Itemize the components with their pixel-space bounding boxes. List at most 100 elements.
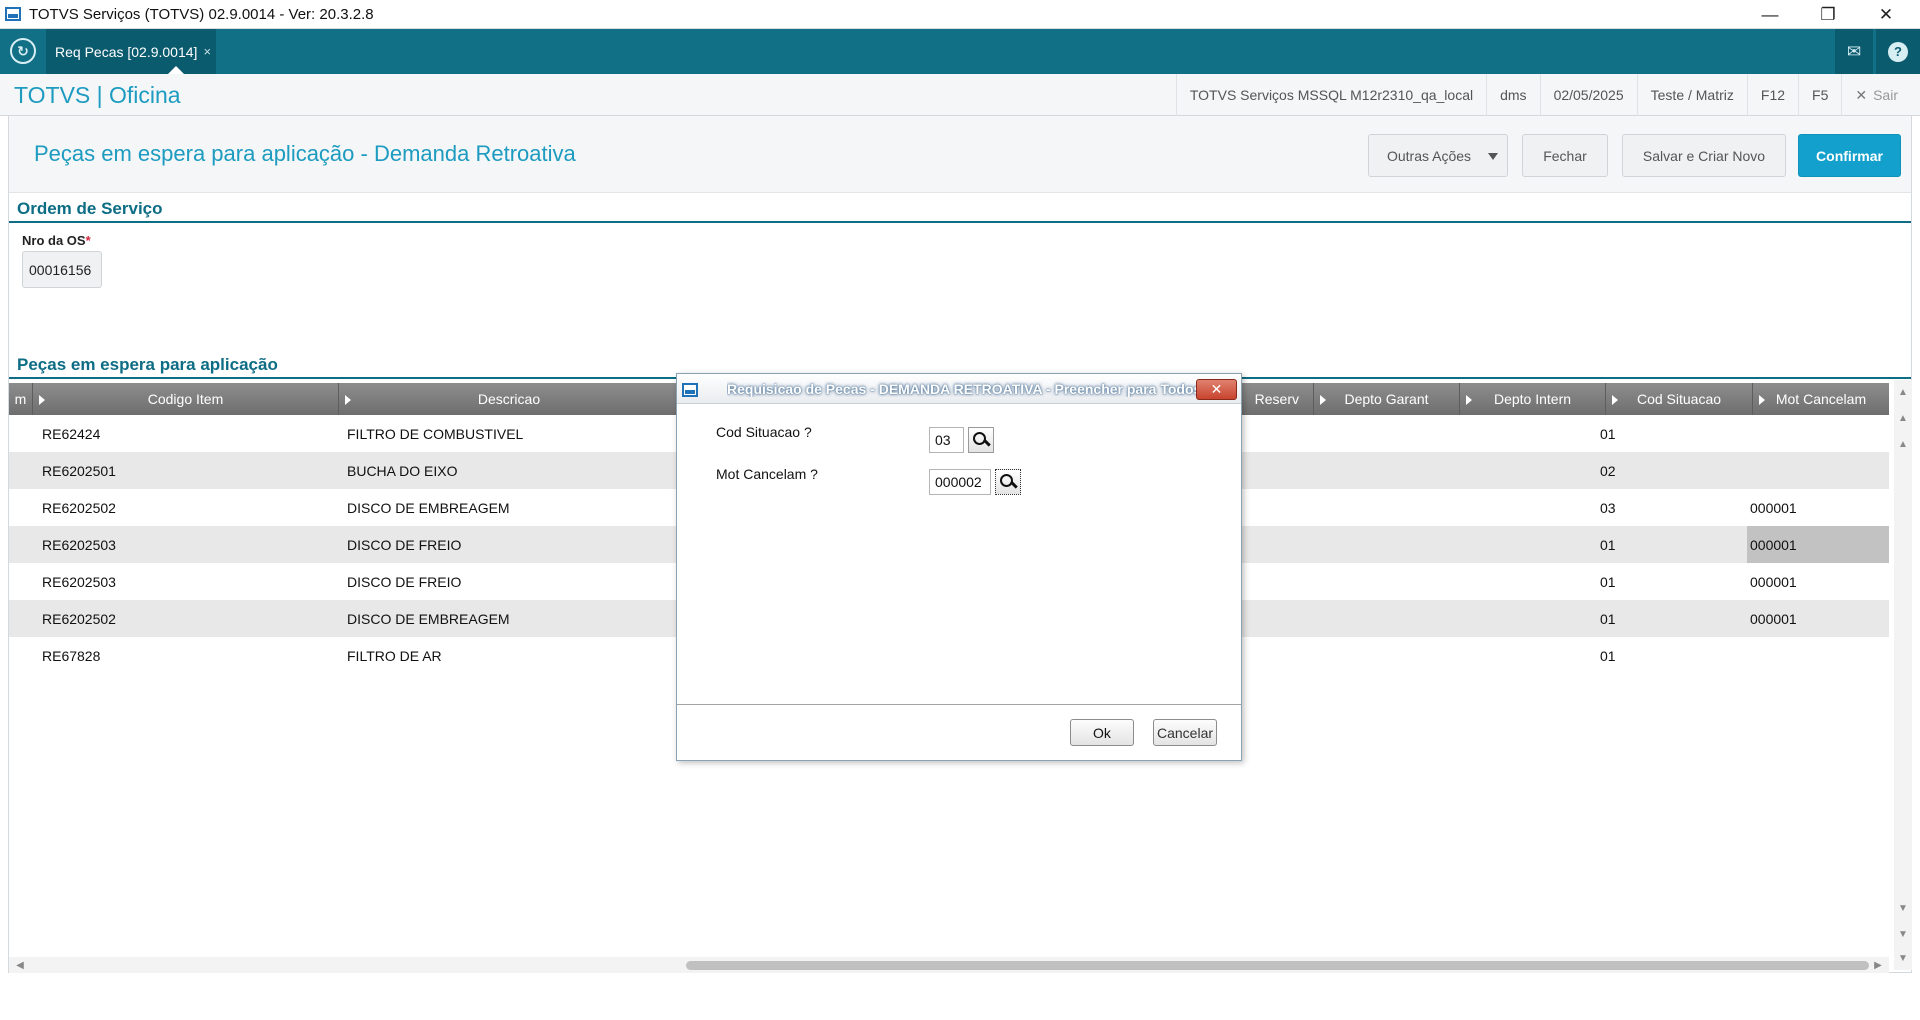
outras-acoes-label: Outras Ações [1386,147,1472,164]
cell-mot-cancelam: 000001 [1750,610,1797,627]
horizontal-scrollbar[interactable]: ◀ ▶ [9,957,1889,973]
scrollbar-thumb[interactable] [686,961,1869,970]
ok-button[interactable]: Ok [1070,719,1134,746]
f5-key-button[interactable]: F5 [1798,74,1841,116]
dialog-window-icon [682,383,698,397]
cell-descricao: DISCO DE EMBREAGEM [347,499,510,516]
dialog-body: Cod Situacao ? 03 Mot Cancelam ? 000002 [677,405,1241,705]
cell-cod-situacao: 01 [1600,610,1616,627]
app-header: TOTVS | Oficina TOTVS Serviços MSSQL M12… [0,74,1920,116]
cell-codigo-item: RE67828 [42,647,101,664]
cell-mot-cancelam [1747,415,1889,452]
column-arrow-icon [1320,395,1326,405]
mail-icon[interactable]: ✉ [1835,29,1873,74]
scroll-page-up-icon[interactable]: ▲ [1894,410,1912,426]
column-header-descricao[interactable]: Descricao [338,383,679,415]
close-window-button[interactable]: ✕ [1858,0,1914,29]
cell-descricao: DISCO DE FREIO [347,573,462,590]
search-icon [973,432,989,448]
cell-cod-situacao: 01 [1600,425,1616,442]
help-button[interactable]: ? [1876,29,1920,74]
minimize-button[interactable]: — [1742,0,1798,29]
column-header-label: Depto Intern [1493,391,1572,407]
date-info[interactable]: 02/05/2025 [1539,74,1637,116]
tab-req-pecas[interactable]: Req Pecas [02.9.0014] × [46,29,216,74]
cod-situacao-search-button[interactable] [968,427,994,453]
column-header-label: Codigo Item [147,391,224,407]
dialog-close-button[interactable]: ✕ [1196,379,1237,400]
module-tab-bar: ↻ Req Pecas [02.9.0014] × ✉ ? [0,29,1920,74]
column-header-m[interactable]: m [9,383,32,415]
cell-codigo-item: RE6202503 [42,536,116,553]
tab-close-icon[interactable]: × [203,44,211,59]
column-header-label: Reserv [1254,391,1299,407]
salvar-criar-novo-button[interactable]: Salvar e Criar Novo [1622,134,1786,177]
scroll-right-icon[interactable]: ▶ [1871,958,1885,972]
column-header-mot-cancelam[interactable]: Mot Cancelam [1752,383,1889,415]
sair-button[interactable]: ✕ Sair [1841,74,1920,116]
scroll-page-down-icon[interactable]: ▼ [1894,926,1912,942]
window-title-bar: TOTVS Serviços (TOTVS) 02.9.0014 - Ver: … [0,0,1920,29]
pecas-section-title: Peças em espera para aplicação [17,355,278,374]
mot-cancelam-search-button[interactable] [995,469,1021,495]
nro-os-field[interactable]: 00016156 [22,251,102,288]
cell-cod-situacao: 02 [1600,462,1616,479]
cell-mot-cancelam [1747,452,1889,489]
confirmar-button[interactable]: Confirmar [1798,134,1901,177]
mot-cancelam-label: Mot Cancelam ? [716,466,818,482]
scroll-top-icon[interactable]: ▲ [1894,384,1912,400]
column-header-codigo-item[interactable]: Codigo Item [32,383,338,415]
home-icon[interactable]: ↻ [10,38,36,64]
sair-label: Sair [1873,87,1898,103]
app-window-icon [5,7,21,21]
f12-key-button[interactable]: F12 [1746,74,1798,116]
page-title: Peças em espera para aplicação - Demanda… [34,141,576,166]
cell-descricao: DISCO DE FREIO [347,536,462,553]
scroll-bottom-icon[interactable]: ▼ [1894,950,1912,966]
section-divider [9,221,1911,223]
cod-situacao-label: Cod Situacao ? [716,424,812,440]
company-info[interactable]: Teste / Matriz [1636,74,1747,116]
scroll-down-icon[interactable]: ▼ [1894,900,1912,916]
active-tab-caret [168,66,184,74]
column-header-label: Mot Cancelam [1775,391,1867,407]
preencher-dialog: Requisicao de Pecas - DEMANDA RETROATIVA… [676,373,1242,761]
nro-os-label: Nro da OS* [22,233,91,248]
cell-codigo-item: RE6202503 [42,573,116,590]
cell-mot-cancelam-selected[interactable]: 000001 [1747,526,1889,563]
vertical-scrollbar[interactable]: ▲ ▲ ▲ ▼ ▼ ▼ [1894,380,1912,970]
session-info: TOTVS Serviços MSSQL M12r2310_qa_local d… [1175,74,1920,116]
scroll-up-icon[interactable]: ▲ [1894,436,1912,452]
cell-cod-situacao: 03 [1600,499,1616,516]
column-arrow-icon [1612,395,1618,405]
column-arrow-icon [345,395,351,405]
outras-acoes-button[interactable]: Outras Ações [1368,134,1508,177]
dialog-title: Requisicao de Pecas - DEMANDA RETROATIVA… [727,381,1197,397]
restore-button[interactable]: ❐ [1800,0,1856,29]
mot-cancelam-input[interactable]: 000002 [929,469,991,495]
column-arrow-icon [39,395,45,405]
chevron-down-icon [1488,153,1498,160]
scroll-left-icon[interactable]: ◀ [13,958,27,972]
nro-os-label-text: Nro da OS [22,233,86,248]
dialog-title-bar[interactable]: Requisicao de Pecas - DEMANDA RETROATIVA… [677,374,1241,404]
column-header-depto-intern[interactable]: Depto Intern [1459,383,1605,415]
column-header-label: Descricao [477,391,541,407]
window-title: TOTVS Serviços (TOTVS) 02.9.0014 - Ver: … [29,6,374,23]
cancelar-button[interactable]: Cancelar [1153,719,1217,746]
search-icon [1000,474,1016,490]
page-header: Peças em espera para aplicação - Demanda… [9,116,1911,193]
fechar-button[interactable]: Fechar [1522,134,1608,177]
column-header-depto-garant[interactable]: Depto Garant [1313,383,1459,415]
cell-mot-cancelam: 000001 [1750,573,1797,590]
cod-situacao-input[interactable]: 03 [929,427,964,453]
environment-info: TOTVS Serviços MSSQL M12r2310_qa_local [1175,74,1486,116]
cell-cod-situacao: 01 [1600,647,1616,664]
tab-label: Req Pecas [02.9.0014] [55,43,198,60]
cell-codigo-item: RE6202501 [42,462,116,479]
column-header-label: Cod Situacao [1636,391,1722,407]
help-icon: ? [1888,41,1908,62]
cell-cod-situacao: 01 [1600,573,1616,590]
column-header-cod-situacao[interactable]: Cod Situacao [1605,383,1752,415]
column-header-label: Depto Garant [1344,391,1429,407]
